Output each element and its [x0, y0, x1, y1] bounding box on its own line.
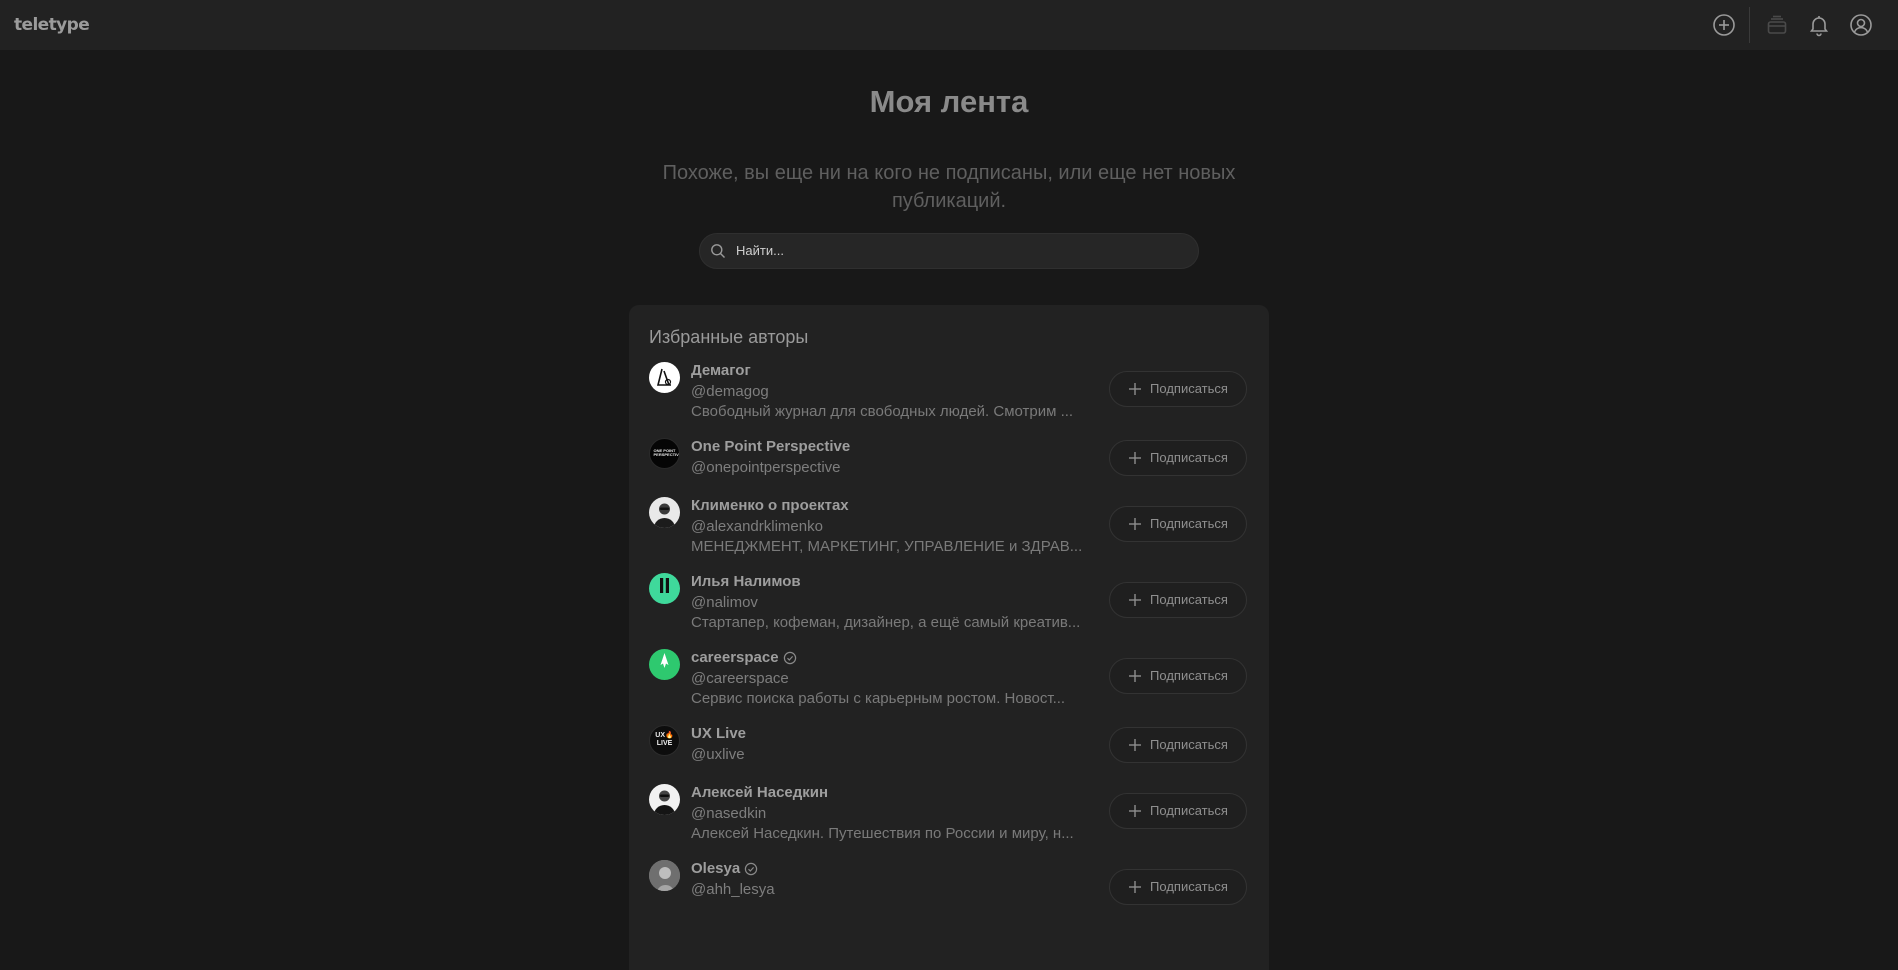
rocket-icon — [649, 649, 680, 680]
author-info: Илья Налимов @nalimov Стартапер, кофеман… — [691, 572, 1103, 633]
subscribe-button[interactable]: Подписаться — [1109, 581, 1247, 618]
olesya-avatar — [649, 859, 680, 891]
author-handle: @ahh_lesya — [691, 880, 775, 898]
author-description: Алексей Наседкин. Путешествия по России … — [691, 824, 1074, 842]
subscribe-button[interactable]: Подписаться — [1109, 726, 1247, 763]
author-name[interactable]: Olesya — [691, 859, 1103, 879]
author-name[interactable]: careerspace — [691, 648, 1103, 668]
author-handle: @demagog — [691, 382, 769, 400]
avatar-logo-text: ONE POINT PERSPECTIVE — [653, 448, 680, 458]
author-item[interactable]: Демагог @demagog Свободный журнал для св… — [649, 361, 1249, 422]
nasedkin-avatar — [649, 783, 680, 815]
create-post-button[interactable] — [1703, 4, 1745, 46]
search-icon — [710, 243, 726, 259]
author-info: UX Live @uxlive — [691, 724, 1103, 765]
author-item[interactable]: Илья Налимов @nalimov Стартапер, кофеман… — [649, 572, 1249, 633]
demagog-avatar — [649, 361, 680, 393]
pause-icon — [649, 573, 680, 604]
plus-icon — [1128, 593, 1142, 607]
plus-icon — [1128, 451, 1142, 465]
author-name[interactable]: Клименко о проектах — [691, 496, 1103, 516]
subscribe-button[interactable]: Подписаться — [1109, 505, 1247, 542]
author-item[interactable]: Olesya @ahh_lesya Подписаться — [649, 859, 1249, 917]
plus-icon — [1128, 382, 1142, 396]
author-item[interactable]: ONE POINT PERSPECTIVE One Point Perspect… — [649, 437, 1249, 478]
subscribe-button[interactable]: Подписаться — [1109, 868, 1247, 905]
author-handle: @nasedkin — [691, 804, 767, 822]
subscribe-label: Подписаться — [1150, 516, 1228, 532]
page-subtitle: Похоже, вы еще ни на кого не подписаны, … — [662, 161, 1236, 212]
author-info: Алексей Наседкин @nasedkin Алексей Насед… — [691, 783, 1103, 844]
author-handle: @onepointperspective — [691, 458, 841, 476]
inbox-button[interactable] — [1756, 4, 1798, 46]
topbar-actions — [1703, 0, 1882, 50]
search-box[interactable] — [699, 232, 1199, 269]
subscribe-label: Подписаться — [1150, 879, 1228, 895]
subscribe-label: Подписаться — [1150, 737, 1228, 753]
bell-icon — [1807, 13, 1831, 37]
plus-icon — [1128, 880, 1142, 894]
author-name[interactable]: Алексей Наседкин — [691, 783, 1103, 803]
author-info: Olesya @ahh_lesya — [691, 859, 1103, 900]
author-item[interactable]: careerspace @careerspace Сервис поиска р… — [649, 648, 1249, 709]
notifications-button[interactable] — [1798, 4, 1840, 46]
author-handle: @careerspace — [691, 669, 789, 687]
careerspace-avatar — [649, 648, 680, 680]
subscribe-label: Подписаться — [1150, 381, 1228, 397]
author-info: careerspace @careerspace Сервис поиска р… — [691, 648, 1103, 709]
plus-icon — [1128, 517, 1142, 531]
author-name[interactable]: UX Live — [691, 724, 1103, 744]
divider — [1749, 7, 1750, 43]
profile-button[interactable] — [1840, 4, 1882, 46]
page-title: Моя лента — [869, 84, 1029, 119]
subscribe-label: Подписаться — [1150, 668, 1228, 684]
author-info: Клименко о проектах @alexandrklimenko МЕ… — [691, 496, 1103, 557]
author-info: Демагог @demagog Свободный журнал для св… — [691, 361, 1103, 422]
subscribe-label: Подписаться — [1150, 803, 1228, 819]
inbox-icon — [1765, 13, 1789, 37]
author-description: Свободный журнал для свободных людей. См… — [691, 402, 1074, 420]
verified-icon — [783, 651, 797, 665]
subscribe-button[interactable]: Подписаться — [1109, 370, 1247, 407]
author-item[interactable]: Алексей Наседкин @nasedkin Алексей Насед… — [649, 783, 1249, 844]
search-input[interactable] — [734, 242, 1174, 260]
author-handle: @nalimov — [691, 593, 758, 611]
subscribe-button[interactable]: Подписаться — [1109, 657, 1247, 694]
author-handle: @uxlive — [691, 745, 745, 763]
plus-icon — [1128, 804, 1142, 818]
one-point-perspective-avatar: ONE POINT PERSPECTIVE — [649, 437, 680, 469]
author-description: Сервис поиска работы с карьерным ростом.… — [691, 689, 1066, 707]
author-item[interactable]: Клименко о проектах @alexandrklimenko МЕ… — [649, 496, 1249, 557]
avatar-logo-text: UX🔥 — [655, 732, 674, 740]
subscribe-button[interactable]: Подписаться — [1109, 792, 1247, 829]
author-name[interactable]: Демагог — [691, 361, 1103, 381]
author-name[interactable]: One Point Perspective — [691, 437, 1103, 457]
author-item[interactable]: UX🔥 LIVE UX Live @uxlive Подписаться — [649, 724, 1249, 765]
plus-circle-icon — [1712, 13, 1736, 37]
featured-authors-card: Избранные авторы Демагог @demagog Свобод… — [629, 304, 1269, 970]
user-icon — [1849, 13, 1873, 37]
author-description: МЕНЕДЖМЕНТ, МАРКЕТИНГ, УПРАВЛЕНИЕ и ЗДРА… — [691, 537, 1083, 555]
teletype-logo[interactable]: teletype — [14, 15, 90, 35]
klimenko-avatar — [649, 496, 680, 528]
author-handle: @alexandrklimenko — [691, 517, 823, 535]
author-name[interactable]: Илья Налимов — [691, 572, 1103, 592]
subscribe-label: Подписаться — [1150, 592, 1228, 608]
subscribe-button[interactable]: Подписаться — [1109, 439, 1247, 476]
plus-icon — [1128, 669, 1142, 683]
top-bar: teletype — [0, 0, 1898, 50]
ux-live-avatar: UX🔥 LIVE — [649, 724, 680, 756]
subscribe-label: Подписаться — [1150, 450, 1228, 466]
verified-icon — [744, 862, 758, 876]
author-info: One Point Perspective @onepointperspecti… — [691, 437, 1103, 478]
feed-main: Моя лента Похоже, вы еще ни на кого не п… — [0, 50, 1898, 970]
plus-icon — [1128, 738, 1142, 752]
author-description: Стартапер, кофеман, дизайнер, а ещё самы… — [691, 613, 1081, 631]
avatar-logo-text: LIVE — [656, 740, 673, 748]
nalimov-avatar — [649, 572, 680, 604]
featured-authors-title: Избранные авторы — [649, 326, 809, 347]
